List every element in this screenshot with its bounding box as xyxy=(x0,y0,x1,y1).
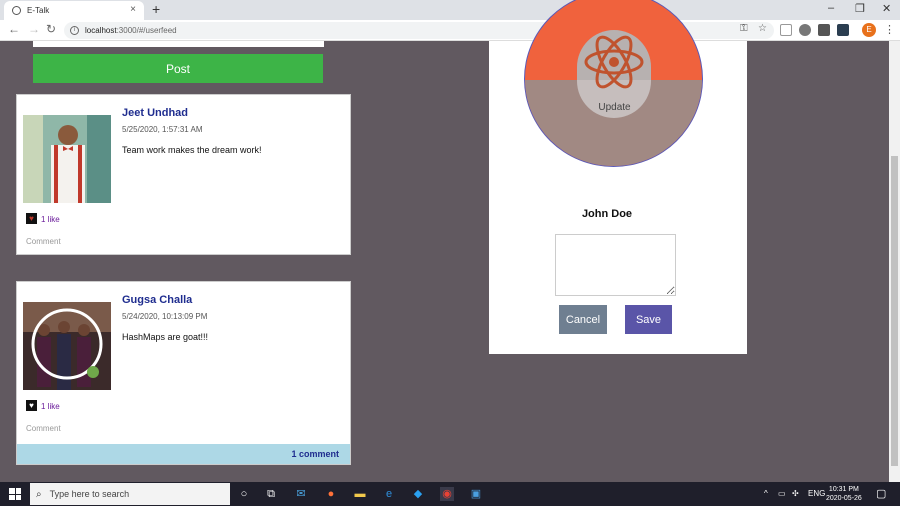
taskbar-search-placeholder: Type here to search xyxy=(49,489,130,499)
search-icon: ⌕ xyxy=(36,488,42,500)
edge-icon[interactable]: e xyxy=(382,487,396,501)
like-count: 1 like xyxy=(41,215,60,224)
shield-extension-icon[interactable] xyxy=(799,24,811,36)
battery-icon[interactable]: ▭ xyxy=(778,489,786,498)
post-text: HashMaps are goat!!! xyxy=(122,332,209,342)
notifications-icon[interactable]: ▢ xyxy=(876,487,886,500)
post-date: 5/24/2020, 10:13:09 PM xyxy=(122,312,208,321)
post-button[interactable]: Post xyxy=(33,54,323,83)
react-logo-icon xyxy=(584,35,644,89)
file-explorer-icon[interactable]: ▬ xyxy=(353,487,367,501)
profile-avatar-icon[interactable]: E xyxy=(862,23,876,37)
post-text: Team work makes the dream work! xyxy=(122,145,262,155)
task-view-icon[interactable]: ⧉ xyxy=(264,487,278,501)
info-icon[interactable]: i xyxy=(70,26,79,35)
save-button[interactable]: Save xyxy=(625,305,672,334)
extension-icon[interactable] xyxy=(780,24,792,36)
post-author-photo xyxy=(23,302,111,390)
new-tab-button[interactable]: + xyxy=(152,1,160,17)
scrollbar-thumb[interactable] xyxy=(891,156,898,466)
reload-icon[interactable]: ↻ xyxy=(46,22,56,36)
profile-picture[interactable]: Update xyxy=(524,0,703,167)
minimize-button[interactable]: – xyxy=(828,2,834,14)
new-post-input[interactable] xyxy=(33,41,324,47)
windows-start-icon[interactable] xyxy=(9,488,21,500)
facebook-extension-icon[interactable] xyxy=(818,24,830,36)
comments-toggle[interactable]: 1 comment xyxy=(17,444,350,464)
restore-button[interactable]: ❐ xyxy=(855,2,865,15)
bookmark-star-icon[interactable]: ☆ xyxy=(758,23,767,34)
forward-arrow-icon[interactable]: → xyxy=(28,22,40,36)
vscode-icon[interactable]: ◆ xyxy=(411,487,425,501)
taskbar-search[interactable]: ⌕ Type here to search xyxy=(30,483,230,505)
url-path: :3000/#/userfeed xyxy=(116,26,177,35)
clock-time: 10:31 PM xyxy=(828,486,859,493)
post-date: 5/25/2020, 1:57:31 AM xyxy=(122,125,203,134)
tab-close-icon[interactable]: × xyxy=(130,4,136,15)
post-card: Jeet Undhad 5/25/2020, 1:57:31 AM Team w… xyxy=(16,94,351,255)
browser-tab[interactable]: E-Talk × xyxy=(4,1,144,20)
windows-taskbar: ⌕ Type here to search ○ ⧉ ✉ ● ▬ e ◆ ◉ ▣ … xyxy=(0,482,900,506)
back-arrow-icon[interactable]: ← xyxy=(8,22,20,36)
post-author-photo xyxy=(23,115,111,203)
profile-panel: Update John Doe Cancel Save xyxy=(489,0,747,354)
comment-link[interactable]: Comment xyxy=(26,237,61,246)
react-devtools-icon[interactable] xyxy=(837,24,849,36)
window-close-button[interactable]: ✕ xyxy=(882,2,891,15)
bio-textarea[interactable] xyxy=(555,234,676,296)
comment-link[interactable]: Comment xyxy=(26,424,61,433)
mail-icon[interactable]: ✉ xyxy=(294,487,308,501)
url-host: localhost xyxy=(85,26,117,35)
browser-tab-bar: E-Talk × + – ❐ ✕ xyxy=(0,0,900,20)
browser-toolbar: ← → ↻ i localhost :3000/#/userfeed ⚿ ☆ E… xyxy=(0,20,900,41)
tab-title: E-Talk xyxy=(27,6,50,15)
system-clock[interactable]: 10:31 PM 2020-05-26 xyxy=(826,485,862,503)
key-icon[interactable]: ⚿ xyxy=(740,23,748,34)
page-scrollbar[interactable] xyxy=(889,41,900,482)
cancel-button[interactable]: Cancel xyxy=(559,305,607,334)
profile-name: John Doe xyxy=(581,208,633,220)
network-icon[interactable]: ✣ xyxy=(792,489,799,498)
update-photo-label[interactable]: Update xyxy=(525,102,702,113)
post-author-name[interactable]: Jeet Undhad xyxy=(122,107,188,119)
globe-icon xyxy=(12,6,21,15)
post-card: Gugsa Challa 5/24/2020, 10:13:09 PM Hash… xyxy=(16,281,351,465)
photos-icon[interactable]: ▣ xyxy=(469,487,483,501)
chrome-icon[interactable]: ◉ xyxy=(440,487,454,501)
firefox-icon[interactable]: ● xyxy=(324,487,338,501)
post-author-name[interactable]: Gugsa Challa xyxy=(122,294,192,306)
heart-icon[interactable]: ♥ xyxy=(26,213,37,224)
heart-icon[interactable]: ♥ xyxy=(26,400,37,411)
tray-chevron-icon[interactable]: ^ xyxy=(764,489,768,498)
clock-date: 2020-05-26 xyxy=(826,495,862,502)
cortana-icon[interactable]: ○ xyxy=(237,487,251,501)
browser-menu-icon[interactable]: ⋮ xyxy=(884,23,895,36)
like-count: 1 like xyxy=(41,402,60,411)
language-indicator[interactable]: ENG xyxy=(808,489,825,498)
